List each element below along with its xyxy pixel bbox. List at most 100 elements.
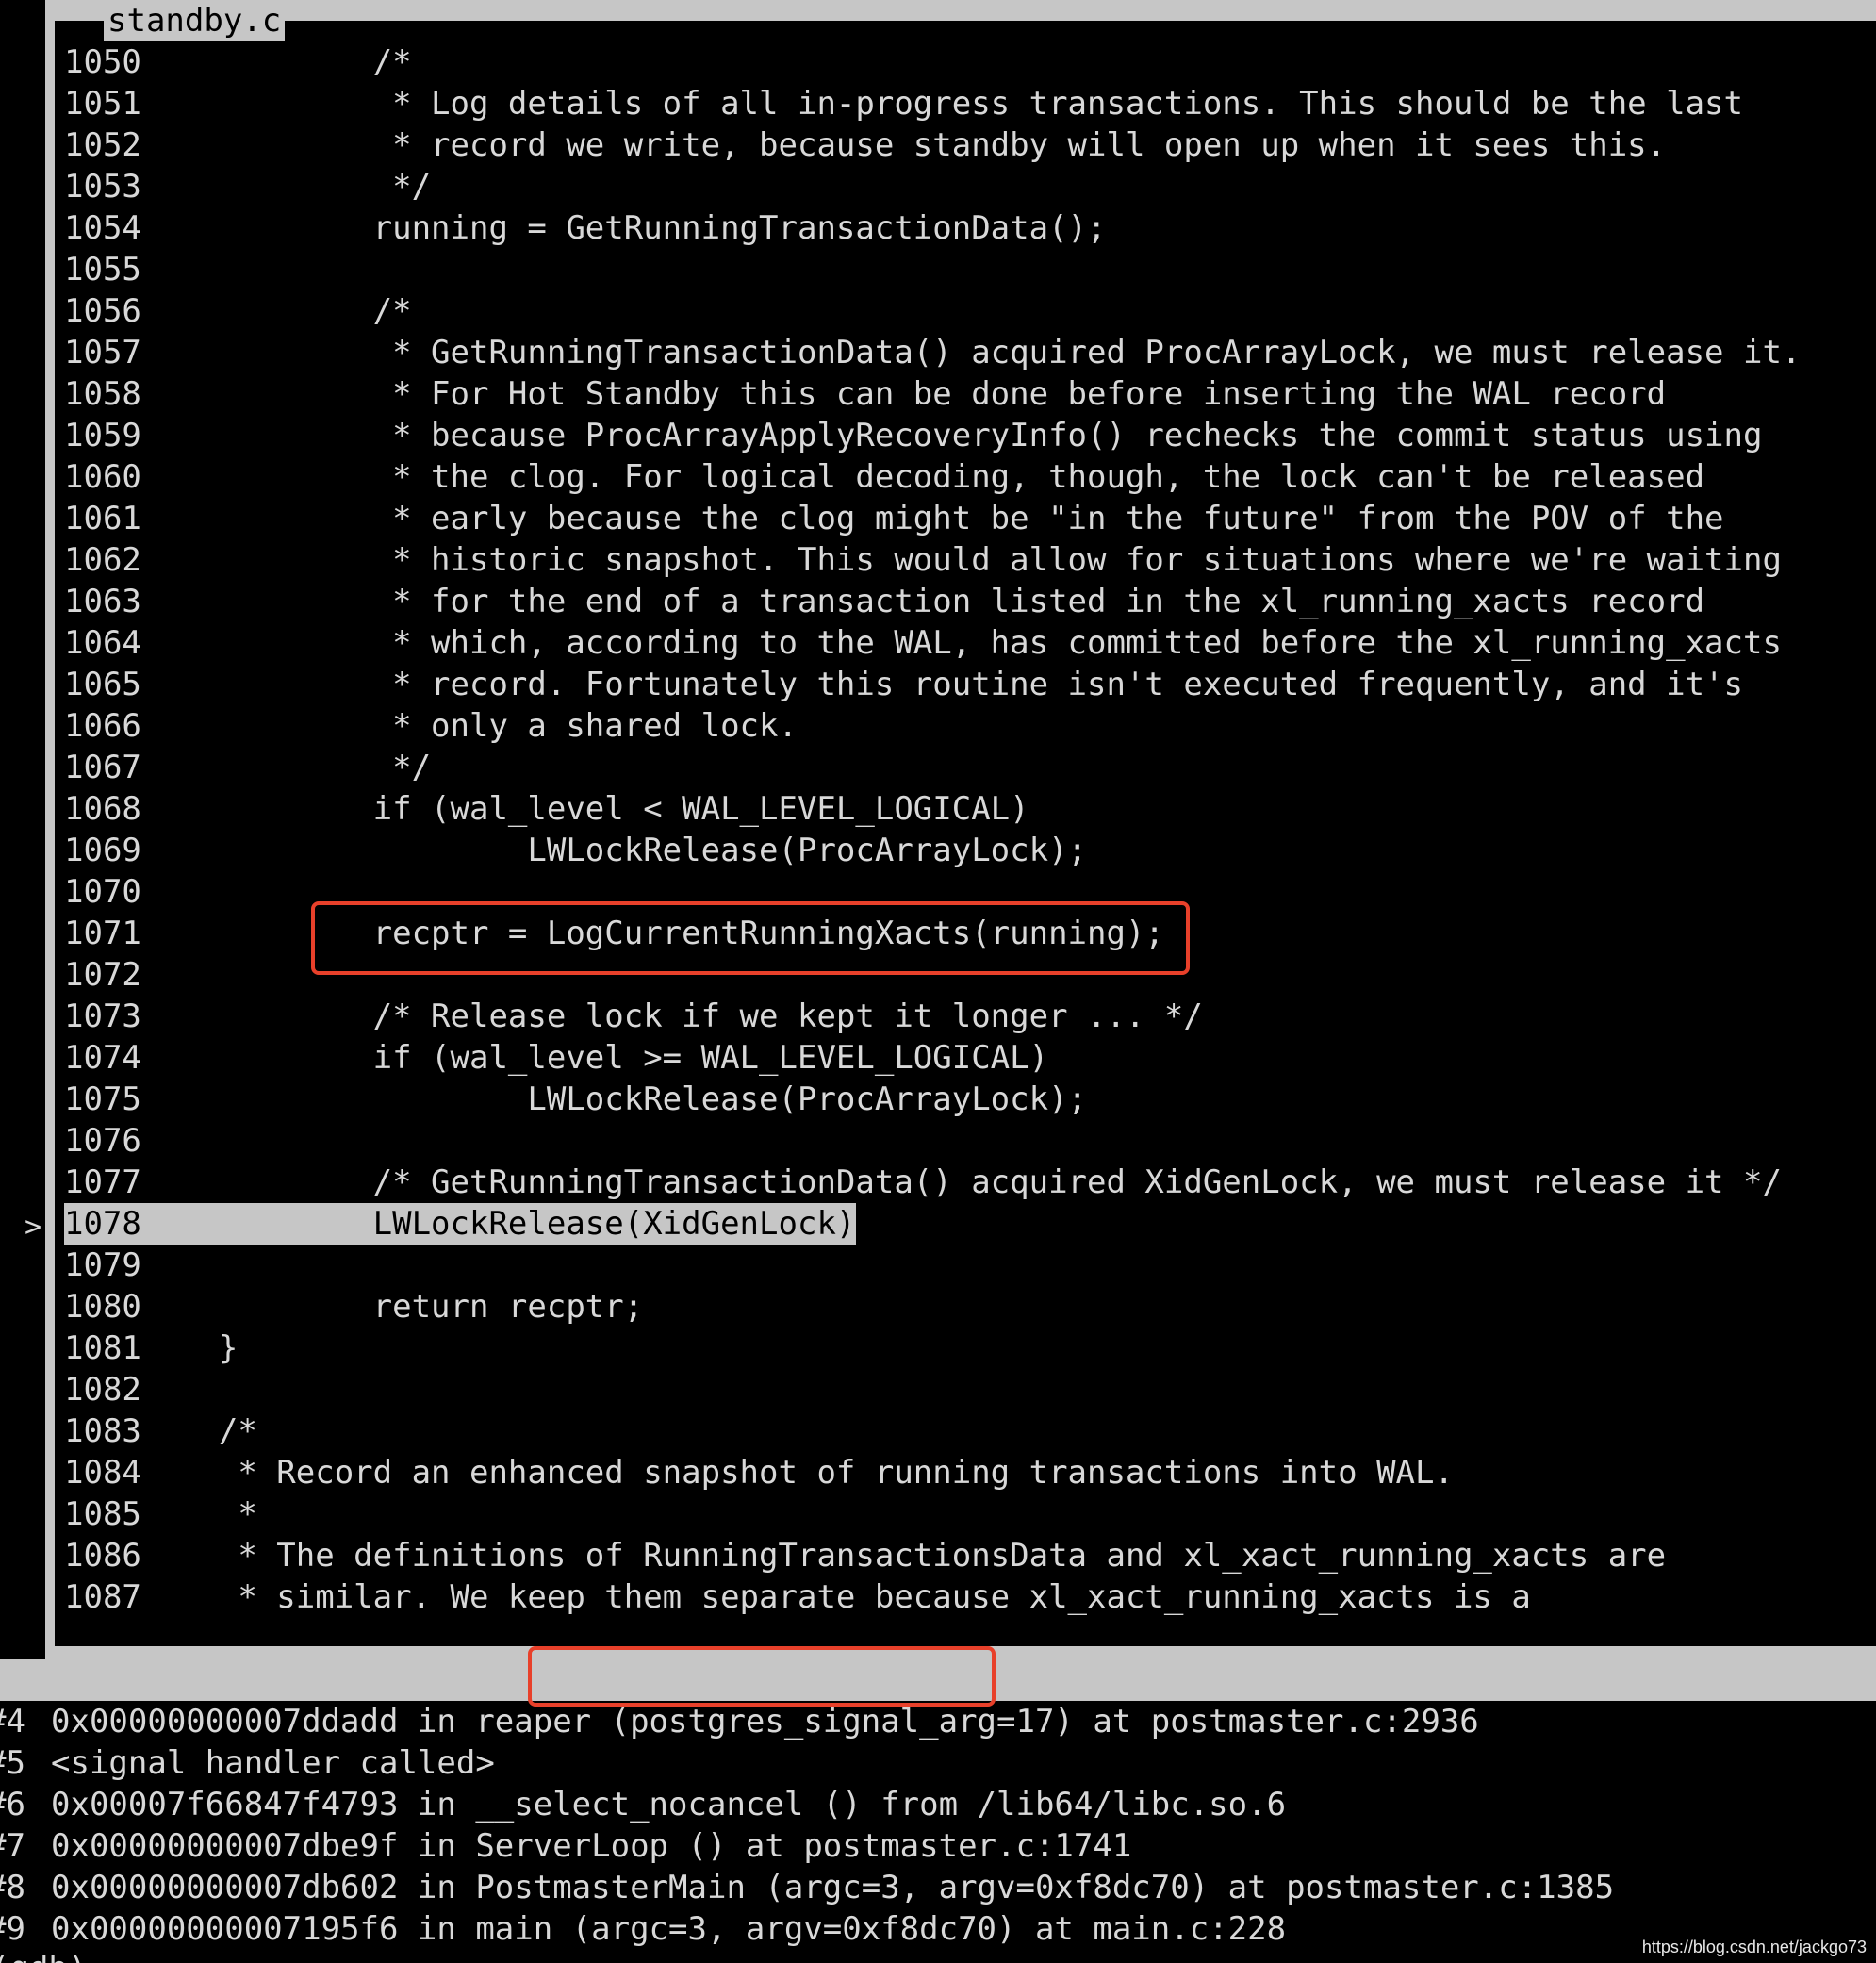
backtrace-frame: #6 0x00007f66847f4793 in __select_nocance… <box>0 1784 1876 1825</box>
line-code: * early because the clog might be "in th… <box>141 500 1724 537</box>
line-code: /* Release lock if we kept it longer ...… <box>141 998 1203 1035</box>
line-number: 1061 <box>64 500 141 537</box>
source-line[interactable]: 1075 LWLockRelease(ProcArrayLock); <box>64 1079 1874 1120</box>
line-number: 1071 <box>64 915 141 952</box>
gdb-prompt[interactable]: (gdb) <box>0 1948 87 1963</box>
source-line[interactable]: 1062 * historic snapshot. This would all… <box>64 539 1874 581</box>
line-number: 1076 <box>64 1122 141 1160</box>
line-number: 1058 <box>64 375 141 413</box>
line-number: 1067 <box>64 749 141 786</box>
line-number: 1066 <box>64 707 141 745</box>
line-number: 1077 <box>64 1163 141 1201</box>
line-code: * record we write, because standby will … <box>141 126 1667 164</box>
line-number: 1056 <box>64 292 141 330</box>
line-code: * historic snapshot. This would allow fo… <box>141 541 1782 579</box>
line-number: 1073 <box>64 998 141 1035</box>
line-code: * similar. We keep them separate because… <box>141 1578 1531 1616</box>
source-line[interactable]: 1084 * Record an enhanced snapshot of ru… <box>64 1452 1874 1493</box>
line-code: } <box>141 1329 239 1367</box>
source-line[interactable]: 1053 */ <box>64 166 1874 207</box>
frame-text: 0x00000000007195f6 in main (argc=3, argv… <box>51 1910 1287 1948</box>
annotation-box-logcurrentrunningxacts <box>311 901 1190 975</box>
source-line[interactable]: 1083 /* <box>64 1410 1874 1452</box>
source-line[interactable]: 1078 LWLockRelease(XidGenLock); <box>64 1203 1874 1245</box>
line-number: 1080 <box>64 1288 141 1326</box>
source-line[interactable]: 1052 * record we write, because standby … <box>64 124 1874 166</box>
line-code: * record. Fortunately this routine isn't… <box>141 666 1743 703</box>
line-number: 1068 <box>64 790 141 828</box>
gdb-command-window[interactable]: #4 0x00000000007ddadd in reaper (postgres… <box>0 1701 1876 1950</box>
frame-number: #4 <box>0 1703 25 1740</box>
source-line[interactable]: 1081 } <box>64 1328 1874 1369</box>
backtrace-frame: #5 <signal handler called> <box>0 1742 1876 1784</box>
line-code: */ <box>141 749 432 786</box>
source-line[interactable]: 1065 * record. Fortunately this routine … <box>64 664 1874 705</box>
watermark: https://blog.csdn.net/jackgo73 <box>1641 1938 1867 1956</box>
source-line[interactable]: 1054 running = GetRunningTransactionData… <box>64 207 1874 249</box>
line-code: * which, according to the WAL, has commi… <box>141 624 1782 662</box>
source-line[interactable]: 1087 * similar. We keep them separate be… <box>64 1576 1874 1618</box>
line-code: /* <box>141 43 412 81</box>
frame-number: #9 <box>0 1910 25 1948</box>
line-code: return recptr; <box>141 1288 644 1326</box>
line-code: /* GetRunningTransactionData() acquired … <box>141 1163 1782 1201</box>
line-number: 1084 <box>64 1454 141 1492</box>
line-code: LWLockRelease(ProcArrayLock); <box>141 832 1088 869</box>
line-number: 1054 <box>64 209 141 247</box>
line-number: 1070 <box>64 873 141 911</box>
line-code: if (wal_level < WAL_LEVEL_LOGICAL) <box>141 790 1029 828</box>
source-line[interactable]: 1059 * because ProcArrayApplyRecoveryInf… <box>64 415 1874 456</box>
source-code-listing[interactable]: 1050 /* 1051 * Log details of all in-prog… <box>64 41 1874 1618</box>
line-number: 1074 <box>64 1039 141 1077</box>
frame-text: <signal handler called> <box>51 1744 495 1782</box>
source-line[interactable]: 1056 /* <box>64 290 1874 332</box>
line-code: running = GetRunningTransactionData(); <box>141 209 1107 247</box>
source-line[interactable]: 1069 LWLockRelease(ProcArrayLock); <box>64 830 1874 871</box>
frame-border-top-left <box>57 21 72 23</box>
source-line[interactable]: 1057 * GetRunningTransactionData() acqui… <box>64 332 1874 373</box>
frame-number: #5 <box>0 1744 25 1782</box>
source-line[interactable]: 1051 * Log details of all in-progress tr… <box>64 83 1874 124</box>
line-number: 1078 <box>64 1205 141 1243</box>
line-number: 1086 <box>64 1537 141 1575</box>
line-code: if (wal_level >= WAL_LEVEL_LOGICAL) <box>141 1039 1049 1077</box>
line-number: 1085 <box>64 1495 141 1533</box>
line-code: * For Hot Standby this can be done befor… <box>141 375 1667 413</box>
source-line[interactable]: 1077 /* GetRunningTransactionData() acqu… <box>64 1162 1874 1203</box>
source-line[interactable]: 1079 <box>64 1245 1874 1286</box>
line-code: * Log details of all in-progress transac… <box>141 85 1743 123</box>
line-number: 1072 <box>64 956 141 994</box>
line-number: 1065 <box>64 666 141 703</box>
source-line[interactable]: 1050 /* <box>64 41 1874 83</box>
source-line[interactable]: 1063 * for the end of a transaction list… <box>64 581 1874 622</box>
source-line[interactable]: 1060 * the clog. For logical decoding, t… <box>64 456 1874 498</box>
source-line[interactable]: 1064 * which, according to the WAL, has … <box>64 622 1874 664</box>
line-number: 1079 <box>64 1246 141 1284</box>
line-number: 1057 <box>64 334 141 371</box>
line-number: 1060 <box>64 458 141 496</box>
line-code: * <box>141 1495 257 1533</box>
source-line[interactable]: 1058 * For Hot Standby this can be done … <box>64 373 1874 415</box>
source-line[interactable]: 1076 <box>64 1120 1874 1162</box>
line-number: 1052 <box>64 126 141 164</box>
frame-text: 0x00000000007ddadd in reaper (postgres_s… <box>51 1703 1479 1740</box>
source-line[interactable]: 1086 * The definitions of RunningTransac… <box>64 1535 1874 1576</box>
source-line[interactable]: 1055 <box>64 249 1874 290</box>
source-line[interactable]: 1073 /* Release lock if we kept it longe… <box>64 996 1874 1037</box>
source-line[interactable]: 1067 */ <box>64 747 1874 788</box>
source-line[interactable]: 1082 <box>64 1369 1874 1410</box>
frame-text: 0x00000000007db602 in PostmasterMain (ar… <box>51 1869 1615 1906</box>
backtrace-frame: #8 0x00000000007db602 in PostmasterMain (… <box>0 1867 1876 1908</box>
source-line[interactable]: 1085 * <box>64 1493 1874 1535</box>
line-code: LWLockRelease(ProcArrayLock); <box>141 1080 1088 1118</box>
frame-text: 0x00000000007dbe9f in ServerLoop () at p… <box>51 1827 1132 1865</box>
source-line[interactable]: 1074 if (wal_level >= WAL_LEVEL_LOGICAL) <box>64 1037 1874 1079</box>
frame-number: #8 <box>0 1869 25 1906</box>
source-line[interactable]: 1061 * early because the clog might be "… <box>64 498 1874 539</box>
source-line[interactable]: 1066 * only a shared lock. <box>64 705 1874 747</box>
source-line[interactable]: 1080 return recptr; <box>64 1286 1874 1328</box>
source-line[interactable]: 1068 if (wal_level < WAL_LEVEL_LOGICAL) <box>64 788 1874 830</box>
line-code: * Record an enhanced snapshot of running… <box>141 1454 1454 1492</box>
frame-border-top <box>74 21 1876 23</box>
line-code: * for the end of a transaction listed in… <box>141 583 1705 620</box>
